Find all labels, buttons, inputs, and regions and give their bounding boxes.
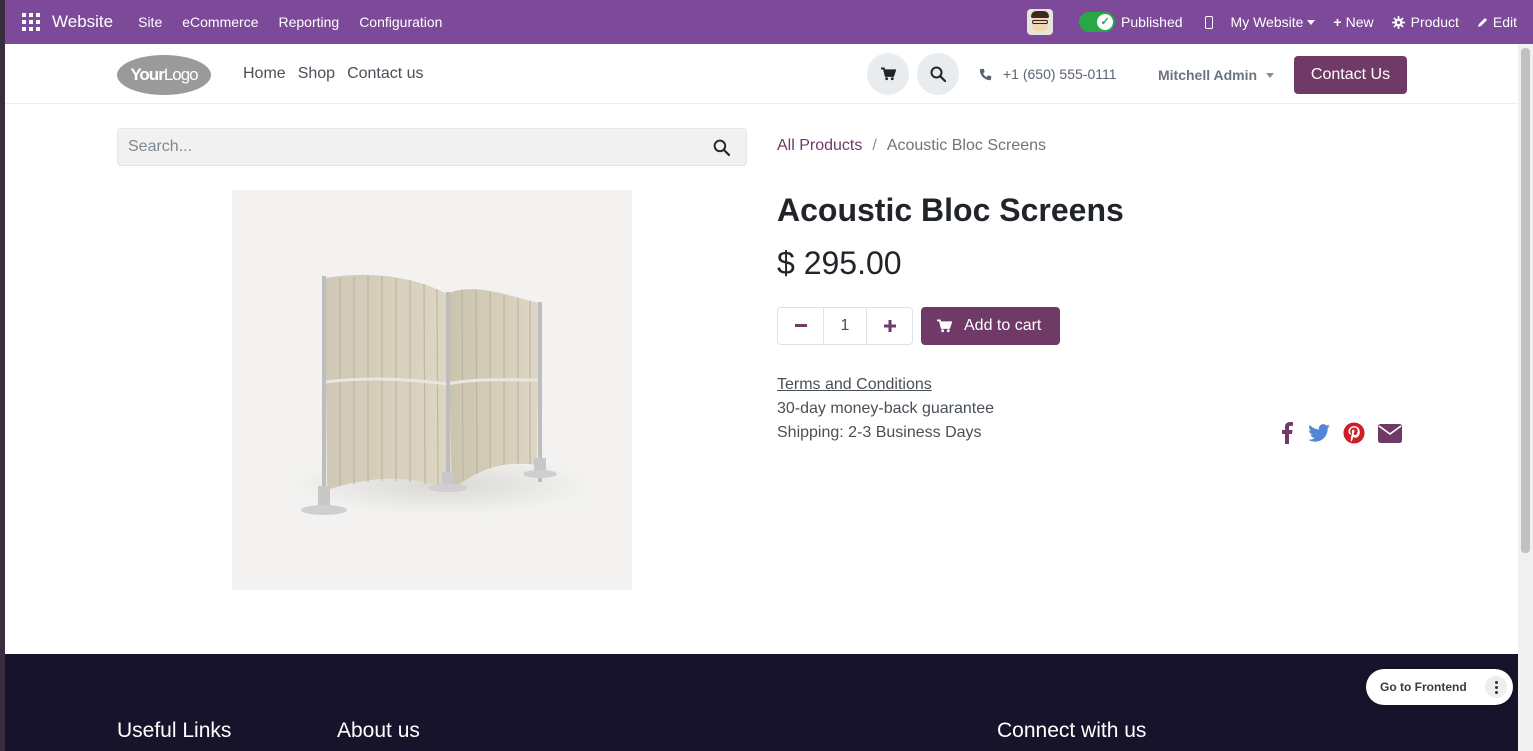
- scrollbar-thumb[interactable]: [1521, 48, 1530, 553]
- decrease-quantity-button[interactable]: [778, 308, 823, 344]
- site-footer: Useful Links About us Connect with us: [5, 654, 1518, 751]
- twitter-icon[interactable]: [1307, 421, 1331, 445]
- more-options-icon[interactable]: [1485, 676, 1507, 698]
- website-selector[interactable]: My Website: [1231, 14, 1316, 30]
- user-name: Mitchell Admin: [1158, 67, 1258, 83]
- check-icon: ✓: [1097, 14, 1114, 30]
- cart-icon: [937, 319, 952, 333]
- product-search: [117, 128, 747, 166]
- facebook-icon[interactable]: [1278, 421, 1296, 445]
- breadcrumb-current: Acoustic Bloc Screens: [886, 137, 1047, 154]
- go-to-frontend-button[interactable]: Go to Frontend: [1380, 680, 1467, 694]
- nav-shop[interactable]: Shop: [298, 65, 335, 83]
- quantity-input[interactable]: 1: [823, 308, 867, 344]
- user-avatar[interactable]: [1027, 9, 1054, 35]
- menu-reporting[interactable]: Reporting: [273, 14, 344, 30]
- published-label[interactable]: Published: [1121, 14, 1183, 30]
- breadcrumb-separator: /: [872, 137, 877, 154]
- breadcrumb: All Products / Acoustic Bloc Screens: [777, 137, 1046, 155]
- pencil-icon: [1477, 18, 1487, 27]
- shipping-text: Shipping: 2-3 Business Days: [777, 424, 982, 441]
- footer-about-us-heading: About us: [337, 719, 420, 742]
- search-input[interactable]: [128, 129, 688, 165]
- admin-top-bar: Website Site eCommerce Reporting Configu…: [5, 0, 1533, 44]
- increase-quantity-button[interactable]: [867, 308, 912, 344]
- website-selector-label: My Website: [1230, 14, 1304, 30]
- header-search-button[interactable]: [917, 53, 959, 95]
- mobile-preview-icon[interactable]: [1204, 15, 1213, 29]
- phone-icon: [979, 68, 992, 80]
- cart-icon: [880, 67, 896, 81]
- menu-ecommerce[interactable]: eCommerce: [177, 14, 263, 30]
- minus-icon: [794, 324, 807, 327]
- search-icon[interactable]: [713, 139, 730, 156]
- product-label: Product: [1410, 14, 1459, 30]
- quantity-stepper: 1: [777, 307, 913, 345]
- edit-button[interactable]: Edit: [1477, 14, 1517, 30]
- edit-label: Edit: [1492, 14, 1517, 30]
- chevron-down-icon: [1307, 19, 1316, 25]
- logo-text-light: Logo: [163, 65, 199, 84]
- nav-home[interactable]: Home: [243, 65, 286, 83]
- phone-number: +1 (650) 555-0111: [1003, 66, 1117, 82]
- new-button[interactable]: + New: [1333, 14, 1373, 30]
- menu-configuration[interactable]: Configuration: [354, 14, 447, 30]
- pinterest-icon[interactable]: [1342, 421, 1366, 445]
- guarantee-text: 30-day money-back guarantee: [777, 400, 995, 417]
- plus-icon: +: [1333, 14, 1342, 30]
- breadcrumb-all-products[interactable]: All Products: [777, 137, 862, 155]
- gear-icon: [1391, 15, 1405, 29]
- email-icon[interactable]: [1377, 421, 1403, 445]
- page-scrollbar[interactable]: [1518, 44, 1533, 751]
- search-icon: [930, 66, 946, 82]
- footer-connect-heading: Connect with us: [997, 719, 1147, 742]
- site-header: YourLogo Home Shop Contact us +1 (650) 5…: [5, 44, 1518, 104]
- footer-useful-links-heading: Useful Links: [117, 719, 232, 742]
- plus-icon: [883, 320, 896, 332]
- product-button[interactable]: Product: [1391, 14, 1459, 30]
- product-title: Acoustic Bloc Screens: [777, 192, 1124, 228]
- menu-site[interactable]: Site: [133, 14, 167, 30]
- acoustic-screen-illustration: [292, 274, 592, 515]
- cart-button[interactable]: [867, 53, 909, 95]
- go-to-frontend-widget: Go to Frontend: [1366, 669, 1513, 705]
- product-price: $ 295.00: [777, 245, 902, 281]
- add-to-cart-label: Add to cart: [964, 317, 1042, 334]
- nav-contact-us[interactable]: Contact us: [347, 65, 423, 83]
- admin-bar-right: ✓ Published My Website + New Product Edi…: [1027, 0, 1533, 44]
- user-menu[interactable]: Mitchell Admin: [1158, 67, 1275, 83]
- chevron-down-icon: [1266, 72, 1275, 78]
- site-logo[interactable]: YourLogo: [117, 55, 211, 95]
- terms-link[interactable]: Terms and Conditions: [777, 376, 932, 394]
- contact-us-button[interactable]: Contact Us: [1294, 56, 1407, 94]
- product-image[interactable]: [232, 190, 632, 590]
- new-label: New: [1345, 14, 1374, 30]
- phone-contact[interactable]: +1 (650) 555-0111: [979, 66, 1117, 82]
- main-nav: Home Shop Contact us: [243, 65, 436, 83]
- apps-grid-icon[interactable]: [22, 13, 40, 31]
- published-toggle[interactable]: ✓: [1079, 12, 1116, 32]
- left-edge-strip: [0, 0, 5, 751]
- app-title[interactable]: Website: [52, 12, 113, 32]
- logo-text-bold: Your: [130, 65, 164, 84]
- add-to-cart-button[interactable]: Add to cart: [921, 307, 1060, 345]
